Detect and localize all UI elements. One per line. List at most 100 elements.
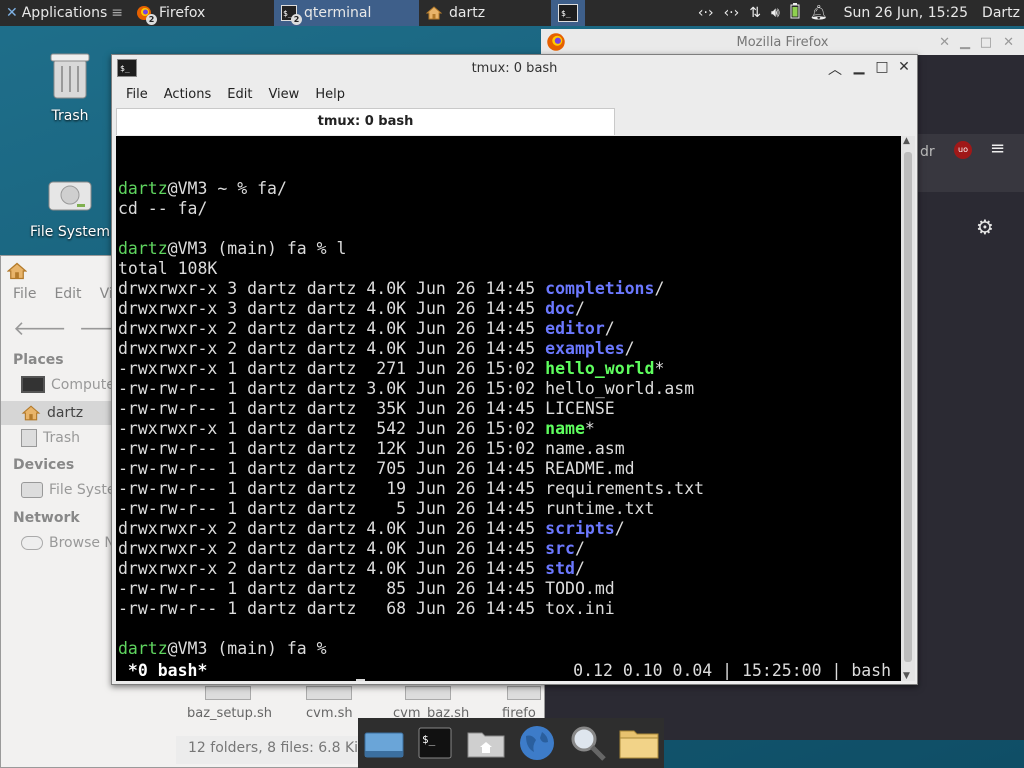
- back-arrow-icon[interactable]: 🡐: [13, 316, 67, 350]
- terminal-line: -rw-rw-r-- 1 dartz dartz 68 Jun 26 14:45…: [118, 599, 901, 619]
- terminal-screen[interactable]: dartz@VM3 ~ % fa/cd -- fa/dartz@VM3 (mai…: [116, 136, 901, 681]
- workspace-terminal-icon: $_: [558, 4, 578, 22]
- terminal-text: -rw-rw-r-- 1 dartz dartz 3.0K Jun 26 15:…: [118, 379, 695, 398]
- directory-entry: std: [545, 559, 575, 578]
- dock-web-browser[interactable]: [515, 721, 558, 765]
- trash-icon: [21, 429, 37, 447]
- sidebar-item-browse-network[interactable]: Browse N: [21, 535, 115, 551]
- sidebar-item-label: Trash: [43, 430, 80, 446]
- minimize-button[interactable]: ▁: [849, 59, 869, 75]
- terminal-text: /: [614, 519, 625, 538]
- prompt-user: dartz: [118, 239, 168, 258]
- sidebar-item-label: dartz: [47, 405, 84, 421]
- terminal-line: drwxrwxr-x 2 dartz dartz 4.0K Jun 26 14:…: [118, 539, 901, 559]
- sidebar-item-computer[interactable]: Compute: [21, 376, 115, 393]
- task-qterminal[interactable]: $_ 2 qterminal: [274, 0, 419, 26]
- terminal-titlebar[interactable]: $_ tmux: 0 bash ︿ ▁ □ ✕: [112, 55, 917, 82]
- dock-terminal[interactable]: $_: [413, 721, 456, 765]
- scroll-up-icon[interactable]: ▲: [903, 136, 910, 146]
- executable-entry: hello_world: [545, 359, 655, 378]
- battery-icon[interactable]: [790, 3, 800, 23]
- drive-icon: [48, 181, 92, 211]
- terminal-text: *: [654, 359, 665, 378]
- menu-file[interactable]: File: [13, 286, 36, 302]
- clock[interactable]: Sun 26 Jun, 15:25: [844, 5, 968, 21]
- user-menu[interactable]: Dartz: [982, 5, 1020, 21]
- terminal-line: dartz@VM3 (main) fa %: [118, 639, 901, 659]
- network-header: Network: [13, 510, 80, 526]
- network-icon[interactable]: ‹·›: [698, 5, 714, 21]
- script-file-icon: [205, 686, 251, 700]
- firefox-titlebar[interactable]: Mozilla Firefox ✕ ▁ □ ✕: [541, 29, 1024, 55]
- terminal-text: total 108K: [118, 259, 218, 278]
- minimize-icon[interactable]: ✕: [939, 35, 950, 50]
- terminal-line: drwxrwxr-x 2 dartz dartz 4.0K Jun 26 14:…: [118, 519, 901, 539]
- terminal-line: drwxrwxr-x 3 dartz dartz 4.0K Jun 26 14:…: [118, 299, 901, 319]
- terminal-text: @VM3 (main) fa % l: [167, 239, 347, 258]
- dock-search[interactable]: [566, 721, 609, 765]
- maximize-button[interactable]: □: [980, 35, 992, 50]
- ublock-icon[interactable]: uo: [954, 141, 972, 159]
- file-item[interactable]: cvm.sh: [306, 706, 353, 721]
- taskbar: 2 Firefox $_ 2 qterminal dartz: [129, 0, 564, 26]
- terminal-text: -rw-rw-r-- 1 dartz dartz 705 Jun 26 14:4…: [118, 459, 635, 478]
- terminal-text: /: [574, 299, 585, 318]
- terminal-text: /: [654, 279, 665, 298]
- dock-file-manager[interactable]: [464, 721, 507, 765]
- close-button[interactable]: ✕: [1003, 35, 1014, 50]
- menu-view[interactable]: View: [260, 87, 307, 102]
- applications-menu-button[interactable]: ✕ Applications ≡: [0, 0, 129, 26]
- directory-entry: src: [545, 539, 575, 558]
- dock-show-desktop[interactable]: [362, 721, 405, 765]
- scrollbar-thumb[interactable]: [904, 152, 912, 662]
- task-label: dartz: [449, 5, 486, 21]
- maximize-button[interactable]: □: [872, 59, 892, 75]
- notification-bell-icon[interactable]: 🔔︎: [810, 5, 828, 21]
- settings-gear-icon[interactable]: ⚙: [976, 215, 994, 239]
- task-dartz[interactable]: dartz: [419, 0, 564, 26]
- network-secondary-icon[interactable]: ‹·›: [724, 5, 740, 21]
- dock-folder[interactable]: [617, 721, 660, 765]
- sidebar-item-label: Browse N: [49, 535, 115, 551]
- menu-actions[interactable]: Actions: [156, 87, 220, 102]
- directory-entry: completions: [545, 279, 655, 298]
- menu-edit[interactable]: Edit: [219, 87, 260, 102]
- terminal-line: dartz@VM3 (main) fa % l: [118, 239, 901, 259]
- terminal-line: drwxrwxr-x 2 dartz dartz 4.0K Jun 26 14:…: [118, 339, 901, 359]
- trash-icon: [50, 53, 90, 99]
- tmux-status-right: 0.12 0.10 0.04 | 15:25:00 | bash: [573, 661, 901, 680]
- close-button[interactable]: ✕: [894, 59, 914, 75]
- volume-icon[interactable]: 🔊︎: [771, 5, 780, 21]
- directory-entry: scripts: [545, 519, 615, 538]
- sidebar-item-dartz[interactable]: dartz: [1, 401, 111, 425]
- file-item[interactable]: baz_setup.sh: [187, 706, 272, 721]
- sidebar-item-filesystem[interactable]: File Syste: [21, 482, 115, 498]
- task-firefox[interactable]: 2 Firefox: [129, 0, 274, 26]
- tab-tmux-bash[interactable]: tmux: 0 bash: [116, 108, 615, 135]
- menu-help[interactable]: Help: [307, 87, 353, 102]
- workspace-switcher[interactable]: $_: [551, 0, 585, 26]
- scroll-down-icon[interactable]: ▼: [903, 671, 910, 681]
- hamburger-menu-icon[interactable]: ≡: [990, 138, 1005, 159]
- shade-button[interactable]: ︿: [825, 59, 845, 79]
- terminal-scrollbar[interactable]: ▲ ▼: [901, 136, 915, 681]
- sidebar-item-trash[interactable]: Trash: [21, 429, 80, 447]
- terminal-line: -rw-rw-r-- 1 dartz dartz 3.0K Jun 26 15:…: [118, 379, 901, 399]
- menu-file[interactable]: File: [118, 87, 156, 102]
- menu-edit[interactable]: Edit: [54, 286, 81, 302]
- minimize-button[interactable]: ▁: [960, 35, 970, 50]
- transfer-arrows-icon[interactable]: ⇅: [749, 5, 761, 21]
- devices-header: Devices: [13, 457, 75, 473]
- task-count-badge: 2: [291, 14, 302, 25]
- terminal-line: total 108K: [118, 259, 901, 279]
- task-count-badge: 2: [146, 14, 157, 25]
- directory-entry: doc: [545, 299, 575, 318]
- terminal-text: drwxrwxr-x 2 dartz dartz 4.0K Jun 26 14:…: [118, 559, 546, 578]
- script-file-icon: [405, 686, 451, 700]
- home-folder-icon: [467, 732, 504, 758]
- terminal-text: drwxrwxr-x 2 dartz dartz 4.0K Jun 26 14:…: [118, 319, 546, 338]
- terminal-icon: $_: [418, 727, 451, 759]
- script-file-icon: [507, 686, 541, 700]
